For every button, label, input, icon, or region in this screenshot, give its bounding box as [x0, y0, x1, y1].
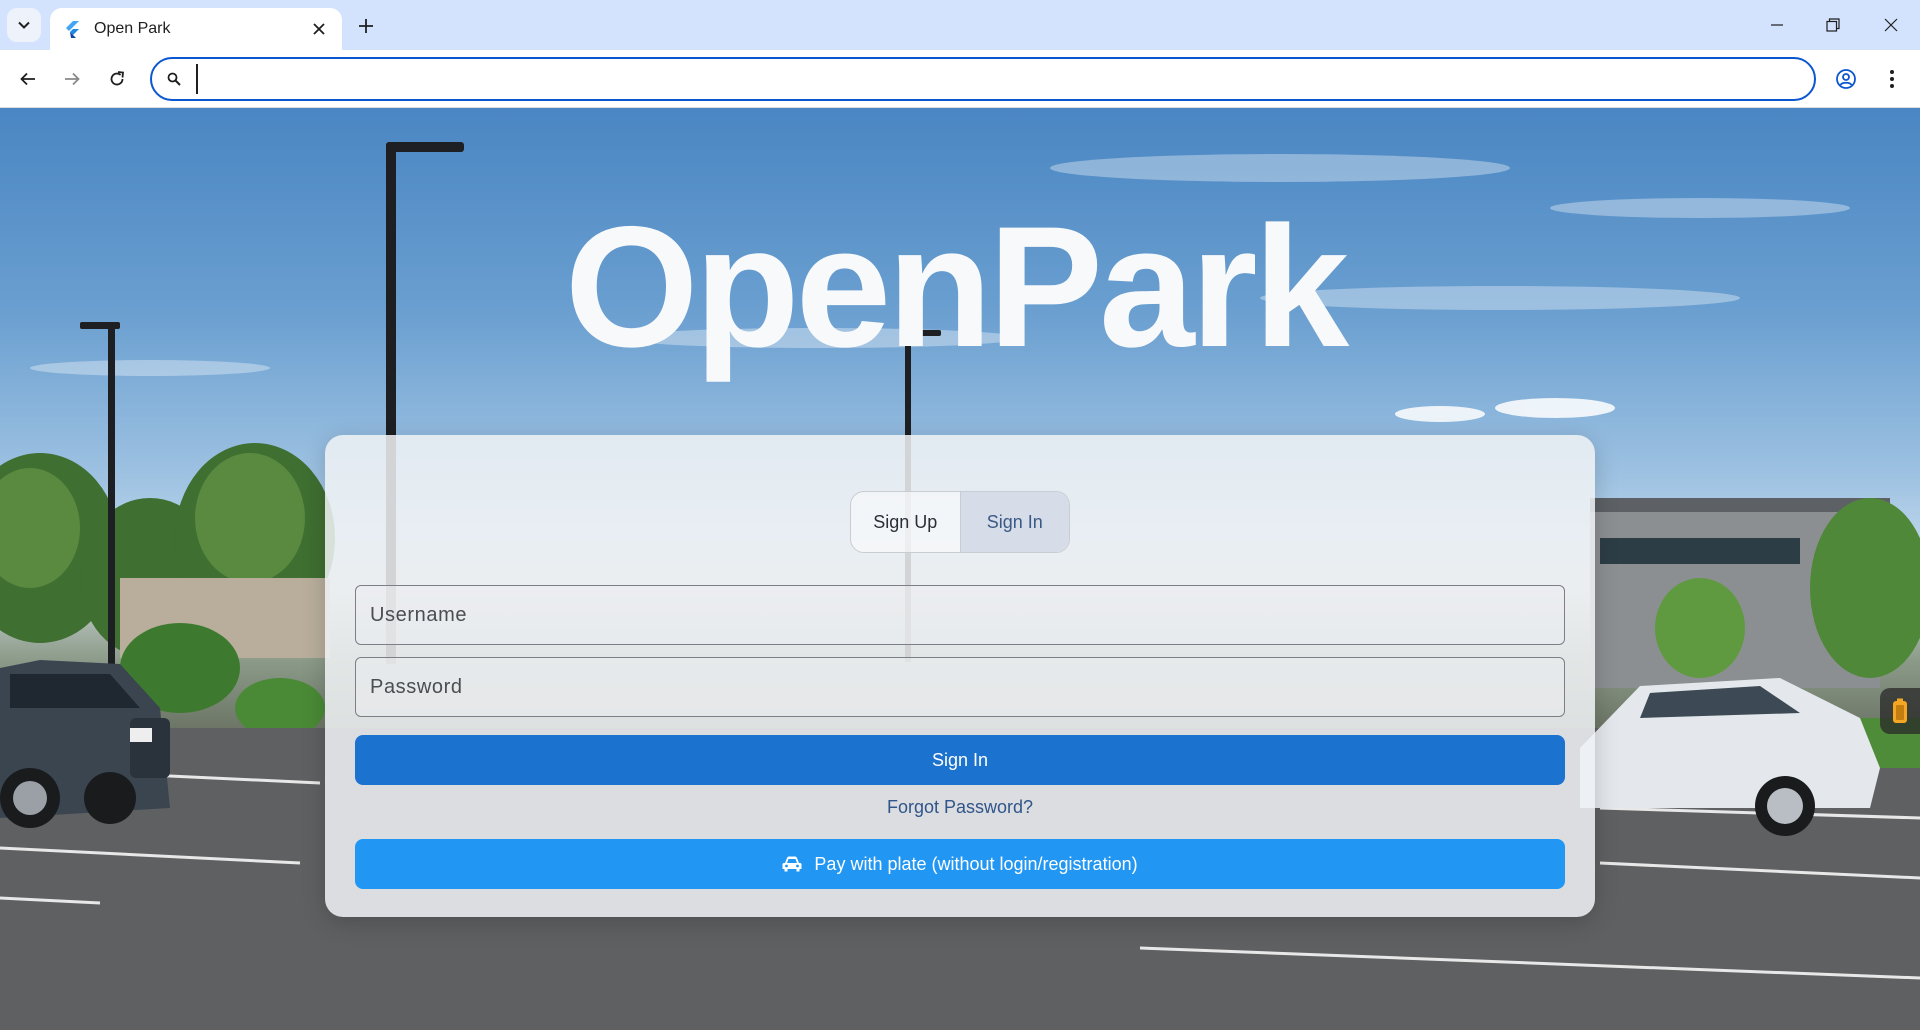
arrow-right-icon [65, 72, 80, 86]
brand-title: OpenPark [564, 191, 1350, 383]
search-icon [164, 69, 184, 89]
browser-tabstrip: Open Park [0, 0, 1920, 50]
forward-button[interactable] [56, 63, 88, 95]
username-input[interactable] [370, 586, 1564, 644]
chevron-down-icon [18, 21, 30, 29]
sign-in-button[interactable]: Sign In [355, 735, 1565, 785]
browser-tab[interactable]: Open Park [50, 8, 342, 50]
minimize-button[interactable] [1762, 10, 1792, 40]
page-viewport: OpenPark Sign Up Sign In Sign In Forgot … [0, 108, 1920, 1030]
tab-sign-up[interactable]: Sign Up [851, 492, 960, 552]
battery-icon [1893, 698, 1907, 723]
tab-sign-in[interactable]: Sign In [959, 492, 1069, 552]
account-circle-icon [1836, 69, 1856, 89]
plus-icon [359, 19, 373, 33]
close-icon [1884, 18, 1898, 32]
side-extension-button[interactable] [1880, 688, 1920, 734]
tab-search-button[interactable] [7, 8, 41, 42]
back-button[interactable] [12, 63, 44, 95]
restore-icon [1826, 18, 1840, 32]
browser-toolbar [0, 50, 1920, 108]
restore-button[interactable] [1818, 10, 1848, 40]
address-input[interactable] [196, 64, 1814, 94]
tab-title: Open Park [94, 20, 171, 37]
password-input[interactable] [370, 658, 1564, 716]
reload-icon [110, 71, 124, 86]
close-icon[interactable] [308, 18, 330, 40]
pay-with-plate-button[interactable]: Pay with plate (without login/registrati… [355, 839, 1565, 889]
login-card: Sign Up Sign In Sign In Forgot Password?… [325, 435, 1595, 917]
browser-menu-button[interactable] [1876, 63, 1908, 95]
profile-button[interactable] [1830, 63, 1862, 95]
password-field[interactable] [355, 657, 1565, 717]
username-field[interactable] [355, 585, 1565, 645]
arrow-left-icon [20, 72, 35, 86]
pay-with-plate-label: Pay with plate (without login/registrati… [814, 853, 1138, 874]
kebab-menu-icon [1890, 70, 1894, 88]
reload-button[interactable] [101, 63, 133, 95]
minimize-icon [1771, 24, 1783, 26]
close-window-button[interactable] [1876, 10, 1906, 40]
flutter-icon [64, 20, 82, 38]
sign-in-button-label: Sign In [931, 749, 989, 770]
forgot-password-link[interactable]: Forgot Password? [325, 797, 1595, 818]
auth-mode-toggle: Sign Up Sign In [850, 491, 1070, 553]
address-bar[interactable] [150, 57, 1816, 101]
new-tab-button[interactable] [352, 12, 380, 40]
car-icon [782, 853, 804, 875]
